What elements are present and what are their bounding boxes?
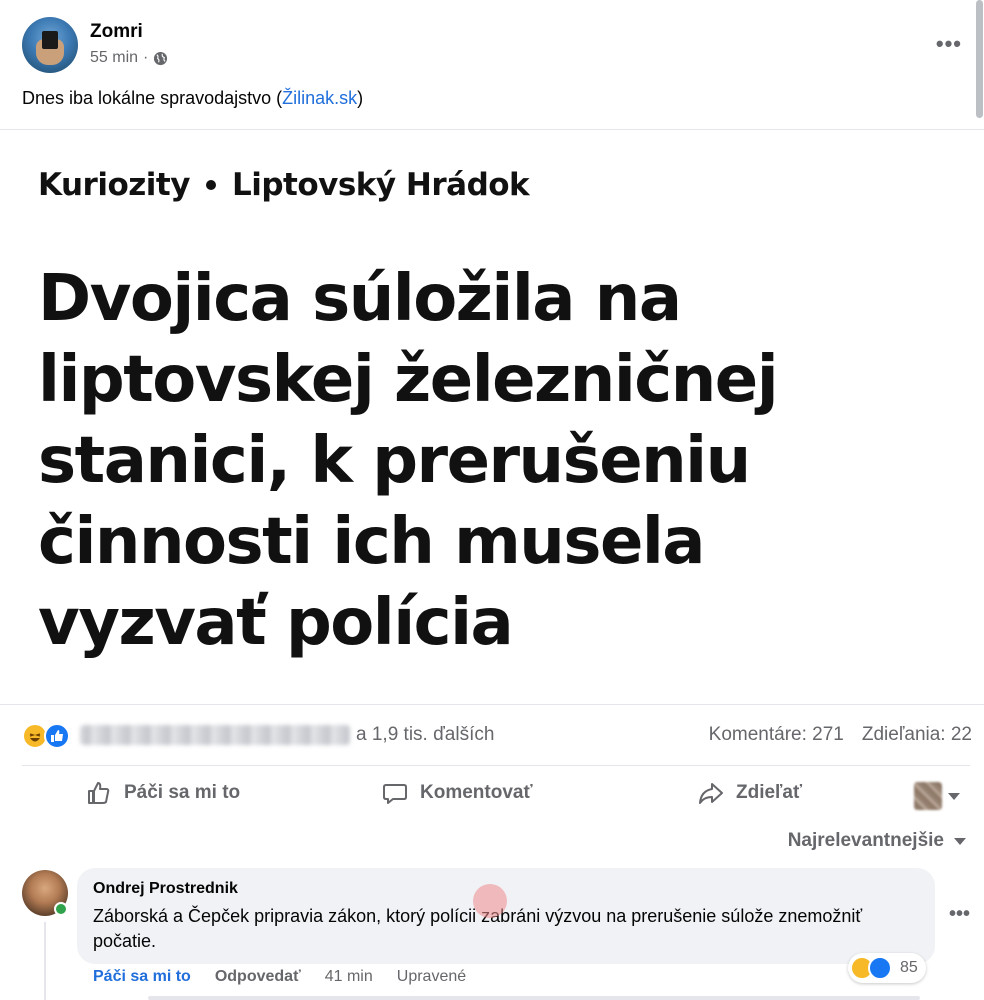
chevron-down-icon	[948, 792, 960, 800]
like-button-label: Páči sa mi to	[124, 782, 241, 803]
reaction-icons[interactable]	[22, 721, 78, 749]
post-author-name[interactable]: Zomri	[90, 21, 143, 43]
post-time[interactable]: 55 min	[90, 49, 138, 67]
comment-more-options-icon[interactable]: •••	[949, 903, 970, 926]
comment-reaction-icons	[850, 955, 894, 981]
post-meta: 55 min ·	[90, 49, 168, 67]
meta-separator: ·	[143, 49, 149, 66]
scrollbar[interactable]	[976, 0, 983, 118]
reactor-names-blurred	[80, 725, 350, 745]
divider	[22, 765, 970, 766]
headline-line: činnosti ich musela	[38, 505, 705, 579]
comment-actions: Páči sa mi to Odpovedať 41 min Upravené	[93, 968, 466, 986]
post-actions: Páči sa mi to Komentovať Zdieľať	[0, 774, 984, 818]
comment-button[interactable]: Komentovať	[382, 780, 533, 806]
divider	[0, 129, 984, 130]
comment-sort-dropdown[interactable]: Najrelevantnejšie	[788, 830, 966, 852]
globe-icon[interactable]	[153, 51, 168, 66]
comment-reactions[interactable]: 85	[848, 953, 926, 983]
watermark-logo-icon	[473, 884, 507, 918]
share-arrow-icon	[699, 783, 723, 804]
divider	[0, 704, 984, 705]
avatar-object	[42, 31, 58, 49]
reactions-bar: a 1,9 tis. ďalších Komentáre: 271 Zdieľa…	[22, 718, 972, 752]
comment-bubble: Ondrej Prostrednik Záborská a Čepček pri…	[77, 868, 935, 964]
article-location: Liptovský Hrádok	[231, 167, 530, 203]
comment-reply-button[interactable]: Odpovedať	[215, 968, 301, 986]
comment-reaction-count: 85	[900, 959, 918, 976]
comment-like-button[interactable]: Páči sa mi to	[93, 968, 191, 986]
post-text: Dnes iba lokálne spravodajstvo (Žilinak.…	[22, 88, 364, 108]
comment-icon	[383, 784, 407, 804]
share-button-label: Zdieľať	[736, 782, 803, 803]
share-button[interactable]: Zdieľať	[698, 780, 802, 806]
chevron-down-icon	[954, 837, 966, 845]
post-header: Zomri 55 min · •••	[22, 17, 962, 77]
headline-line: liptovskej železničnej	[38, 343, 779, 417]
sort-label: Najrelevantnejšie	[787, 830, 944, 851]
online-status-dot	[54, 902, 68, 916]
headline-line: Dvojica súložila na	[38, 262, 682, 336]
post-link[interactable]: Žilinak.sk	[282, 88, 357, 108]
article-headline: Dvojica súložila na liptovskej železničn…	[38, 259, 938, 664]
author-avatar[interactable]	[22, 17, 78, 73]
post-stats: Komentáre: 271 Zdieľania: 22	[709, 724, 972, 746]
like-button[interactable]: Páči sa mi to	[86, 780, 240, 806]
kicker-dot	[205, 180, 216, 190]
like-icon	[44, 723, 70, 749]
article-category: Kuriozity	[38, 167, 190, 203]
share-count[interactable]: Zdieľania: 22	[862, 724, 972, 746]
headline-line: stanici, k prerušeniu	[38, 424, 751, 498]
post-more-options-icon[interactable]: •••	[936, 31, 962, 57]
viewer-avatar-blurred	[914, 782, 942, 810]
comment-edited[interactable]: Upravené	[397, 968, 466, 986]
article-kicker: Kuriozity Liptovský Hrádok	[38, 167, 530, 203]
comment-button-label: Komentovať	[420, 782, 533, 803]
next-reply-edge	[148, 996, 920, 1000]
like-icon	[868, 956, 892, 980]
reaction-count[interactable]: a 1,9 tis. ďalších	[356, 724, 494, 746]
article-image[interactable]: Kuriozity Liptovský Hrádok Dvojica súlož…	[0, 131, 984, 705]
headline-line: vyzvať polícia	[38, 586, 514, 660]
comment-count[interactable]: Komentáre: 271	[709, 724, 844, 746]
comment-time[interactable]: 41 min	[325, 968, 373, 986]
viewer-selector[interactable]	[914, 782, 960, 810]
thumbs-up-icon	[88, 782, 110, 804]
thread-line	[44, 922, 46, 1000]
